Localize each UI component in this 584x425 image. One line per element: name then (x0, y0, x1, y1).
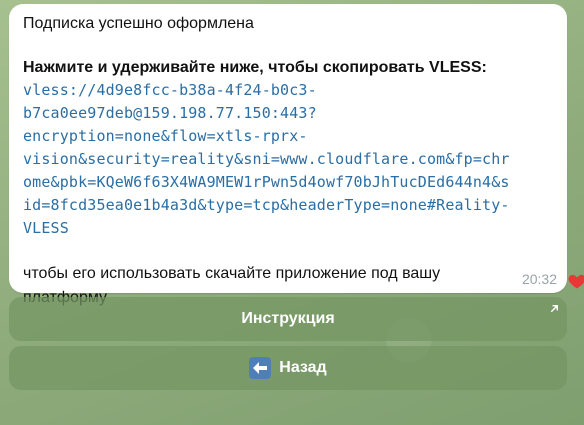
code-line-6[interactable]: id=8fcd35ea0e1b4a3d&type=tcp&headerType=… (23, 194, 553, 217)
message-time: 20:32 (521, 271, 557, 287)
back-arrow-icon (249, 357, 272, 379)
instruction-button[interactable]: Инструкция (9, 297, 567, 341)
copy-instruction: Нажмите и удерживайте ниже, чтобы скопир… (23, 59, 487, 76)
code-line-3[interactable]: encryption=none&flow=xtls-rprx- (23, 125, 553, 148)
code-line-7[interactable]: VLESS (23, 217, 553, 240)
code-line-5[interactable]: ome&pbk=KQeW6f63X4WA9MEW1rPwn5d4owf70bJh… (23, 171, 553, 194)
code-line-2[interactable]: b7ca0ee97deb@159.198.77.150:443? (23, 102, 553, 125)
message-bubble: Подписка успешно оформлена Нажмите и уде… (9, 4, 567, 306)
code-line-4[interactable]: vision&security=reality&sni=www.cloudfla… (23, 148, 553, 171)
back-button[interactable]: Назад (9, 346, 567, 390)
instruction-button-label: Инструкция (241, 310, 335, 327)
open-link-arrow-icon (551, 305, 558, 312)
code-line-1[interactable]: vless://4d9e8fcc-b38a-4f24-b0c3- (23, 79, 553, 102)
message-header: Подписка успешно оформлена (23, 15, 254, 32)
heart-icon[interactable] (567, 271, 584, 291)
back-button-label: Назад (279, 359, 327, 376)
vless-code-block[interactable]: vless://4d9e8fcc-b38a-4f24-b0c3- b7ca0ee… (23, 79, 553, 240)
